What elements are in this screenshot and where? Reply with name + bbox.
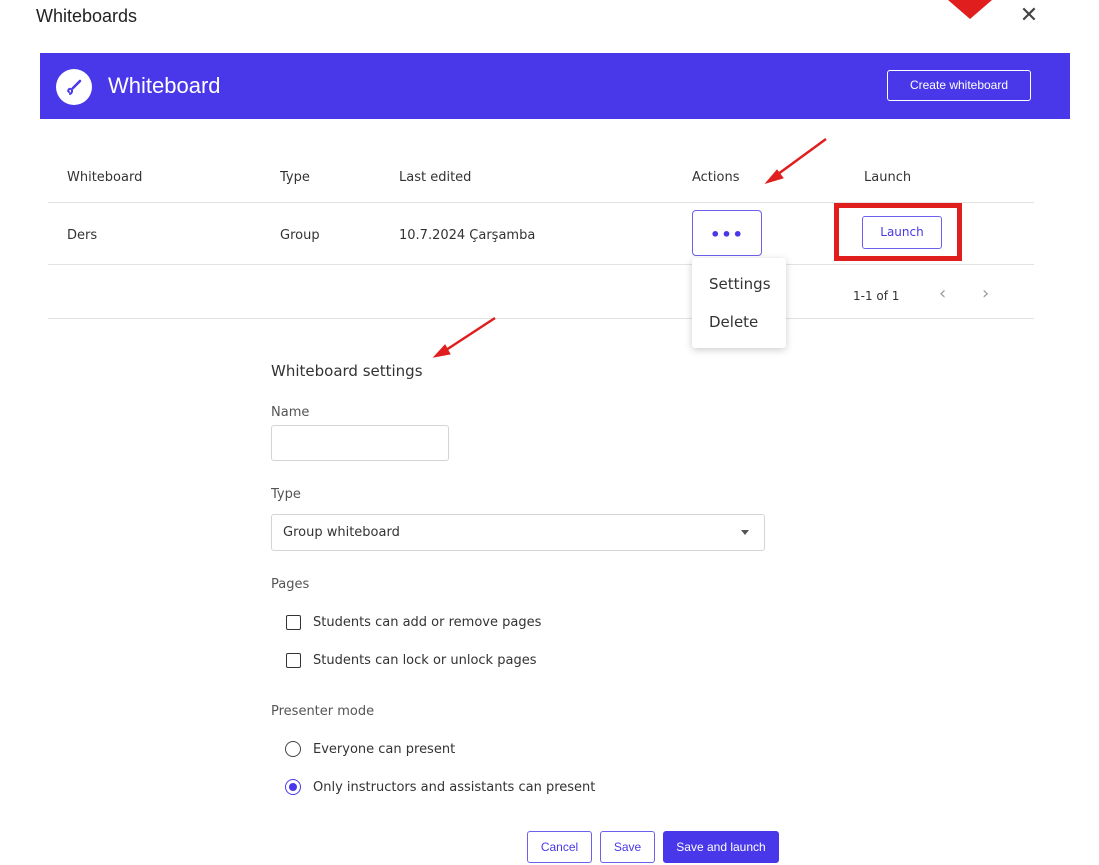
column-header-whiteboard: Whiteboard — [67, 170, 143, 185]
actions-menu-button[interactable]: ••• — [692, 210, 762, 256]
menu-item-settings[interactable]: Settings — [709, 275, 771, 293]
row-last-edited: 10.7.2024 Çarşamba — [399, 228, 536, 243]
name-input[interactable] — [271, 425, 449, 461]
checkbox-add-remove-pages[interactable] — [286, 615, 301, 630]
annotation-arrow-settings — [432, 316, 496, 358]
close-icon[interactable]: ✕ — [1018, 4, 1040, 28]
whiteboard-banner: Whiteboard Create whiteboard — [40, 53, 1070, 119]
settings-title: Whiteboard settings — [271, 362, 423, 380]
chevron-right-icon[interactable]: › — [982, 283, 989, 304]
whiteboard-logo — [56, 69, 92, 105]
presenter-mode-label: Presenter mode — [271, 704, 375, 719]
chevron-left-icon[interactable]: ‹ — [939, 283, 946, 304]
cancel-button[interactable]: Cancel — [527, 831, 592, 863]
checkbox-lock-unlock-pages[interactable] — [286, 653, 301, 668]
pages-label: Pages — [271, 577, 310, 592]
checkbox-label-lock-unlock-pages: Students can lock or unlock pages — [313, 653, 537, 668]
annotation-overlay — [432, 0, 992, 358]
row-divider — [48, 264, 1034, 265]
dropdown-caret-icon — [741, 530, 749, 535]
annotation-arrow-down — [948, 0, 992, 19]
table-bottom-divider — [48, 318, 1034, 319]
checkbox-label-add-remove-pages: Students can add or remove pages — [313, 615, 542, 630]
row-type: Group — [280, 228, 320, 243]
column-header-type: Type — [280, 170, 310, 185]
column-header-actions: Actions — [692, 170, 740, 185]
pagination-range: 1-1 of 1 — [853, 289, 900, 303]
annotation-arrow-actions — [764, 137, 827, 184]
banner-title: Whiteboard — [108, 73, 221, 98]
type-select[interactable]: Group whiteboard — [271, 514, 765, 551]
radio-label-everyone-can-present: Everyone can present — [313, 742, 456, 757]
launch-button[interactable]: Launch — [862, 216, 942, 249]
save-and-launch-button[interactable]: Save and launch — [663, 831, 779, 863]
type-label: Type — [271, 487, 301, 502]
name-label: Name — [271, 405, 310, 420]
menu-item-delete[interactable]: Delete — [709, 313, 758, 331]
whiteboard-brush-icon — [67, 79, 82, 95]
row-whiteboard-name: Ders — [67, 228, 98, 243]
radio-label-only-instructors-can-present: Only instructors and assistants can pres… — [313, 780, 596, 795]
radio-only-instructors-can-present[interactable] — [285, 779, 301, 795]
column-header-last-edited: Last edited — [399, 170, 472, 185]
radio-everyone-can-present[interactable] — [285, 741, 301, 757]
save-button[interactable]: Save — [600, 831, 655, 863]
column-header-launch: Launch — [864, 170, 912, 185]
dialog-title: Whiteboards — [36, 6, 138, 26]
create-whiteboard-button[interactable]: Create whiteboard — [887, 70, 1031, 101]
type-select-value: Group whiteboard — [283, 525, 400, 540]
more-options-icon: ••• — [710, 225, 744, 244]
actions-dropdown-menu: Settings Delete — [692, 258, 786, 348]
